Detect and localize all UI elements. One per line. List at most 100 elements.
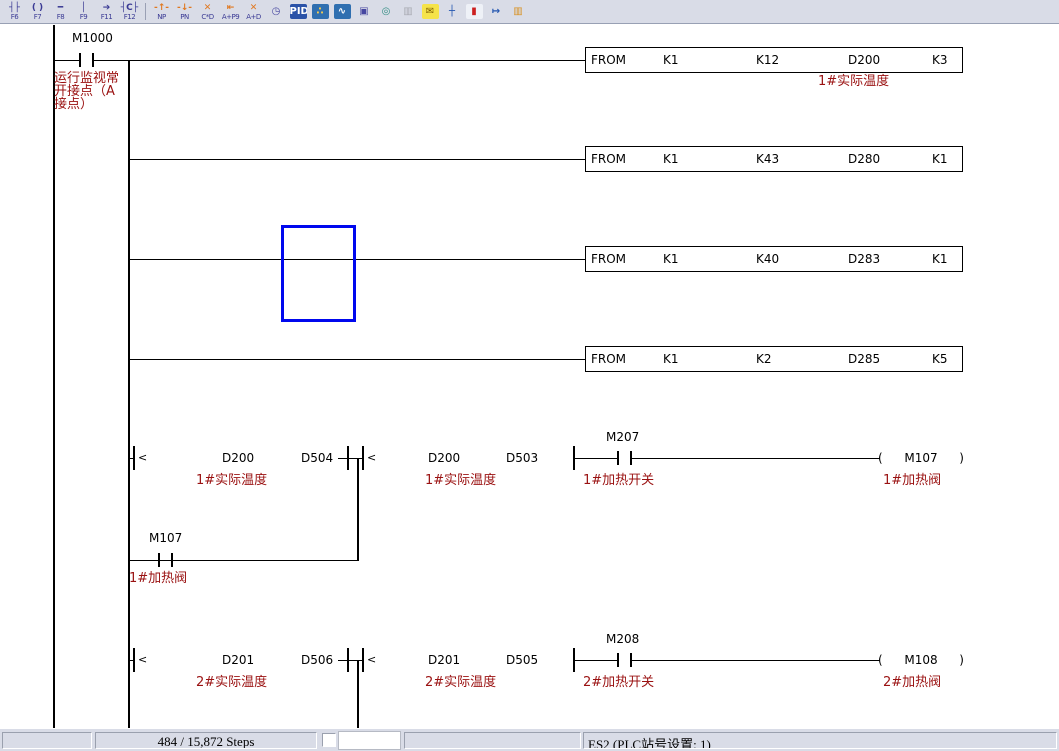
toolbar-icon-label: F11 [101,13,112,21]
instruction-operand: K1 [663,53,679,67]
device-comment: 1#实际温度 [818,75,889,88]
toolbar-icon: ↦ [488,4,505,19]
output-coil[interactable]: M108 [878,653,964,667]
from-instruction-box[interactable]: FROM K1 K2 D285 K5 [585,346,963,372]
instruction-operand: K1 [663,352,679,366]
compare-operand[interactable]: D200 [222,451,254,465]
toolbar-icon-label: A+P9 [222,13,239,21]
compare-operand[interactable]: D504 [301,451,333,465]
data-table-button[interactable]: ▥ [507,1,529,22]
contact-bar[interactable] [617,451,619,465]
device-comment: 1#实际温度 [196,474,267,487]
toolbar-icon: ━ [58,3,63,13]
from-instruction-box[interactable]: FROM K1 K12 D200 K3 [585,47,963,73]
f12-special-contact-button[interactable]: ┤C├ F12 [118,1,141,22]
status-segment-empty [404,732,581,749]
ap9-instruction-button[interactable]: ⇤ A+P9 [219,1,242,22]
compare-operand[interactable]: D201 [428,653,460,667]
contact-device-label[interactable]: M1000 [72,31,113,45]
contact-bar[interactable] [617,653,619,667]
wire [129,560,357,561]
status-blank-field [338,731,401,750]
axis-chart-button[interactable]: ┼ [441,1,463,22]
contact-device-label[interactable]: M207 [606,430,639,444]
toolbar-icon: PID [290,4,307,19]
thermometer-monitor-button[interactable]: ▮ [463,1,485,22]
output-coil[interactable]: M107 [878,451,964,465]
toolbar-icon: -↓- [177,3,192,13]
toolbar-icon: ▥ [510,4,527,19]
waveform-monitor-button[interactable]: ∿ [331,1,353,22]
compare-operand[interactable]: D505 [506,653,538,667]
wire [632,458,880,459]
toolbar-icon-label: F9 [80,13,87,21]
contact-bar[interactable] [158,553,160,567]
compare-operator: < [138,653,147,667]
from-instruction-box[interactable]: FROM K1 K43 D280 K1 [585,146,963,172]
f8-horizontal-line-button[interactable]: ━ F8 [49,1,72,22]
toolbar-icon: ✉ [422,4,439,19]
compare-contact-bar[interactable] [133,446,135,470]
data-table-disabled-button[interactable]: ▥ [397,1,419,22]
toolbar-icon: ▥ [400,4,417,19]
timer-monitor-button[interactable]: ◷ [265,1,287,22]
instruction-op: FROM [591,152,626,166]
compare-operand[interactable]: D201 [222,653,254,667]
selection-cursor-cell[interactable] [281,225,356,322]
wire [575,660,618,661]
branch-bus-line [128,60,130,728]
toolbar-separator [145,3,146,20]
contact-bar[interactable] [171,553,173,567]
device-comment: 1#实际温度 [425,474,496,487]
compare-contact-bar[interactable] [362,446,364,470]
compare-operand[interactable]: D503 [506,451,538,465]
toolbar-icon: ┤├ [9,3,20,13]
np-rising-pulse-button[interactable]: -↑- NP [150,1,173,22]
cd-convert-button[interactable]: ✕ C*D [196,1,219,22]
compare-contact-bar[interactable] [133,648,135,672]
toolbar-icon: ∴ [312,4,329,19]
export-device-button[interactable]: ↦ [485,1,507,22]
instruction-operand: D283 [848,252,880,266]
wire [129,259,585,260]
toolbar-icon: ┤C├ [121,3,138,13]
toolbar-icon-label: PN [180,13,188,21]
from-instruction-box[interactable]: FROM K1 K40 D283 K1 [585,246,963,272]
pid-tuning-button[interactable]: PID [287,1,309,22]
coil-device-label: M108 [904,653,937,667]
toolbar-icon: ⇤ [227,3,235,13]
device-comment: 2#加热开关 [583,676,654,689]
compare-operand[interactable]: D200 [428,451,460,465]
wire [129,359,585,360]
toolbar-icon: ◎ [378,4,395,19]
toolbar-icon-label: A+D [246,13,261,21]
f6-normally-open-contact-button[interactable]: ┤├ F6 [3,1,26,22]
wire [575,458,618,459]
f9-vertical-line-button[interactable]: │ F9 [72,1,95,22]
instruction-operand: D280 [848,152,880,166]
instruction-operand: K12 [756,53,779,67]
instruction-op: FROM [591,53,626,67]
communication-setting-button[interactable]: ∴ [309,1,331,22]
f11-application-instruction-button[interactable]: ➔ F11 [95,1,118,22]
toolbar-icon: ✕ [250,3,258,13]
message-mail-button[interactable]: ✉ [419,1,441,22]
status-plc-model: ES2 (PLC站号设置: 1) [583,732,1057,749]
instruction-operand: K5 [932,352,948,366]
toolbar-icon: ▮ [466,4,483,19]
status-steps: 484 / 15,872 Steps [95,732,317,749]
compare-contact-bar[interactable] [362,648,364,672]
contact-device-label[interactable]: M208 [606,632,639,646]
f7-output-coil-button[interactable]: ( ) F7 [26,1,49,22]
contact-device-label[interactable]: M107 [149,531,182,545]
pn-falling-pulse-button[interactable]: -↓- PN [173,1,196,22]
ad-instruction-button[interactable]: ✕ A+D [242,1,265,22]
toolbar-icon: ✕ [204,3,212,13]
device-comment: 1#加热开关 [583,474,654,487]
compare-operand[interactable]: D506 [301,653,333,667]
instruction-op: FROM [591,252,626,266]
ladder-editor-canvas[interactable]: M1000 运行监视常开接点（A接点） FROM K1 K12 D200 K3 … [0,25,1059,728]
copy-layers-button[interactable]: ▣ [353,1,375,22]
position-control-button[interactable]: ◎ [375,1,397,22]
toolbar-icon: ▣ [356,4,373,19]
